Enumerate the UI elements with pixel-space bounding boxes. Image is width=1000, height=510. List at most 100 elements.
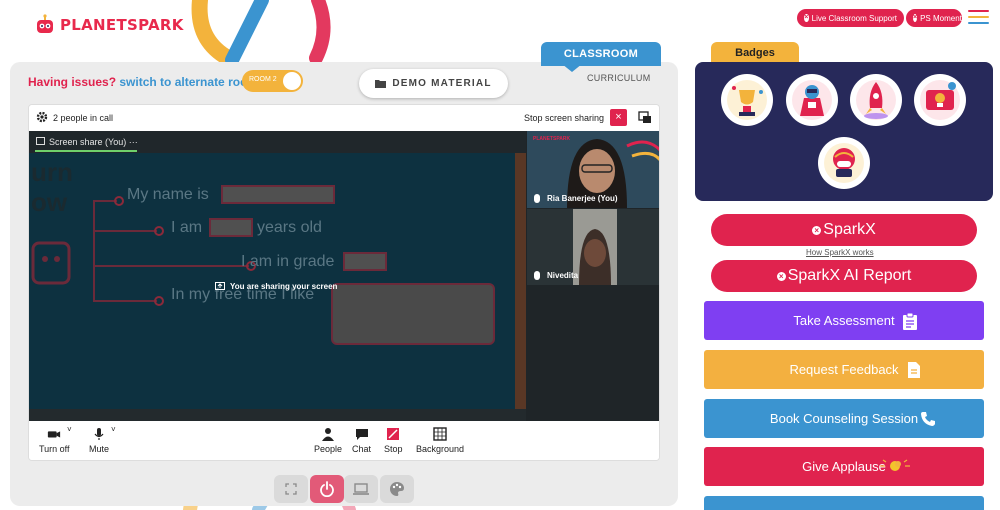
call-top-bar: 2 people in call Stop screen sharing × bbox=[29, 105, 659, 131]
end-class-button[interactable] bbox=[310, 475, 344, 503]
give-applause-button[interactable]: Give Applause bbox=[704, 447, 984, 486]
app-root: PLANETSPARK × Live Classroom Support × P… bbox=[0, 0, 1000, 510]
participant-tile[interactable]: PLANETSPARK Ria Banerjee (You) bbox=[527, 131, 659, 208]
lightbulb-badge-icon[interactable] bbox=[914, 74, 966, 126]
live-support-label: Live Classroom Support bbox=[811, 13, 897, 23]
screen-share-tab[interactable]: Screen share (You) ··· bbox=[29, 131, 526, 153]
tab-classroom[interactable]: CLASSROOM bbox=[541, 42, 661, 66]
superhero-badge-icon[interactable] bbox=[786, 74, 838, 126]
background-button[interactable]: Background bbox=[416, 427, 464, 454]
power-icon bbox=[320, 481, 334, 497]
stop-sharing-label: Stop screen sharing bbox=[524, 113, 605, 123]
chevron-down-icon[interactable]: ˅ bbox=[111, 425, 116, 434]
microphone-icon bbox=[94, 428, 104, 440]
people-label: People bbox=[314, 444, 343, 454]
palette-icon bbox=[390, 482, 404, 496]
document-icon bbox=[908, 362, 920, 378]
fullscreen-button[interactable] bbox=[274, 475, 308, 503]
slide-text: My name is bbox=[127, 186, 209, 203]
folder-icon bbox=[375, 80, 387, 88]
mic-button[interactable]: Mute bbox=[89, 427, 109, 454]
empty-tile-area bbox=[527, 286, 659, 421]
badges-panel bbox=[695, 62, 993, 201]
mic-icon bbox=[534, 194, 540, 203]
screen-share-view: urn ow My name is I am years old I am in… bbox=[29, 131, 526, 421]
palette-button[interactable] bbox=[380, 475, 414, 503]
gear-icon[interactable] bbox=[36, 111, 48, 123]
menu-icon[interactable] bbox=[968, 10, 989, 26]
chat-button[interactable]: Chat bbox=[352, 427, 371, 454]
laptop-icon bbox=[353, 482, 369, 495]
ps-moments-button[interactable]: × PS Moments bbox=[906, 9, 966, 27]
present-screen-icon bbox=[215, 282, 225, 290]
close-icon: × bbox=[804, 14, 809, 22]
close-icon: × bbox=[913, 14, 918, 22]
badges-tab[interactable]: Badges bbox=[711, 42, 799, 64]
mind-map-lines: urn ow bbox=[31, 153, 526, 409]
sparkx-report-button[interactable]: × SparkX AI Report bbox=[711, 260, 977, 292]
clap-icon bbox=[880, 459, 910, 471]
person-icon bbox=[322, 428, 335, 441]
switch-room-link[interactable]: switch to alternate room bbox=[119, 75, 258, 89]
video-call-window: 2 people in call Stop screen sharing × u… bbox=[28, 104, 660, 461]
request-feedback-button[interactable]: Request Feedback bbox=[704, 350, 984, 389]
participant-tile[interactable]: Nivedita bbox=[527, 209, 659, 285]
action-label: Book Counseling Session bbox=[769, 411, 919, 426]
more-actions-button[interactable] bbox=[704, 496, 984, 510]
live-support-button[interactable]: × Live Classroom Support bbox=[797, 9, 904, 27]
screen-share-label: Screen share (You) ··· bbox=[49, 137, 138, 147]
room-toggle[interactable]: ROOM 2 bbox=[242, 70, 303, 92]
demo-material-label: DEMO MATERIAL bbox=[392, 78, 492, 89]
chat-icon bbox=[355, 429, 368, 440]
robot-badge-icon[interactable] bbox=[818, 137, 870, 189]
screen-button[interactable] bbox=[344, 475, 378, 503]
fullscreen-icon bbox=[285, 483, 297, 495]
stop-sharing-button[interactable]: × bbox=[610, 109, 627, 126]
camera-icon bbox=[48, 431, 61, 438]
answer-box bbox=[343, 252, 387, 271]
share-footer bbox=[29, 409, 526, 421]
sparkx-button[interactable]: × SparkX bbox=[711, 214, 977, 246]
background-label: Background bbox=[416, 444, 465, 454]
svg-text:ow: ow bbox=[31, 187, 68, 217]
slide-text: I am bbox=[171, 219, 203, 236]
robot-logo-icon bbox=[37, 14, 53, 33]
book-counseling-button[interactable]: Book Counseling Session bbox=[704, 399, 984, 438]
action-label: Request Feedback bbox=[789, 362, 899, 377]
sharing-notice: You are sharing your screen bbox=[215, 282, 337, 291]
svg-text:PLANETSPARK: PLANETSPARK bbox=[533, 136, 571, 142]
camera-label: Turn off bbox=[39, 444, 70, 454]
answer-box bbox=[331, 283, 495, 345]
phone-icon bbox=[921, 412, 935, 426]
chevron-down-icon[interactable]: ˅ bbox=[67, 425, 72, 434]
tab-curriculum[interactable]: CURRICULUM bbox=[587, 73, 651, 83]
mic-label: Mute bbox=[89, 444, 110, 454]
stop-share-control[interactable]: Stop bbox=[384, 427, 403, 454]
planetspark-logo[interactable]: PLANETSPARK bbox=[34, 14, 184, 36]
take-assessment-button[interactable]: Take Assessment bbox=[704, 301, 984, 340]
answer-box bbox=[209, 218, 253, 237]
close-icon: × bbox=[812, 225, 822, 235]
issues-banner: Having issues? switch to alternate room bbox=[28, 75, 258, 89]
answer-box bbox=[221, 185, 335, 204]
stop-label: Stop bbox=[384, 444, 403, 454]
active-underline bbox=[35, 150, 137, 152]
participant-name: Ria Banerjee (You) bbox=[547, 194, 618, 203]
logo-text: PLANETSPARK bbox=[60, 16, 184, 34]
picture-in-picture-icon[interactable] bbox=[638, 111, 652, 124]
demo-material-button[interactable]: DEMO MATERIAL bbox=[359, 69, 508, 98]
participant-name: Nivedita bbox=[547, 271, 579, 280]
sharing-message: You are sharing your screen bbox=[230, 282, 338, 291]
rocket-badge-icon[interactable] bbox=[850, 74, 902, 126]
trophy-badge-icon[interactable] bbox=[721, 74, 773, 126]
mic-icon bbox=[534, 271, 540, 280]
action-label: Give Applause bbox=[802, 459, 886, 474]
camera-button[interactable]: Turn off bbox=[39, 427, 70, 454]
toggle-knob bbox=[283, 72, 301, 90]
call-controls-bar: Turn off Mute People Chat Stop Backgroun… bbox=[29, 421, 659, 460]
sparkx-label: SparkX bbox=[823, 221, 876, 238]
how-sparkx-works-link[interactable]: How SparkX works bbox=[806, 248, 874, 257]
issues-text: Having issues? bbox=[28, 75, 117, 89]
people-count: 2 people in call bbox=[53, 113, 114, 123]
people-button[interactable]: People bbox=[314, 427, 342, 454]
